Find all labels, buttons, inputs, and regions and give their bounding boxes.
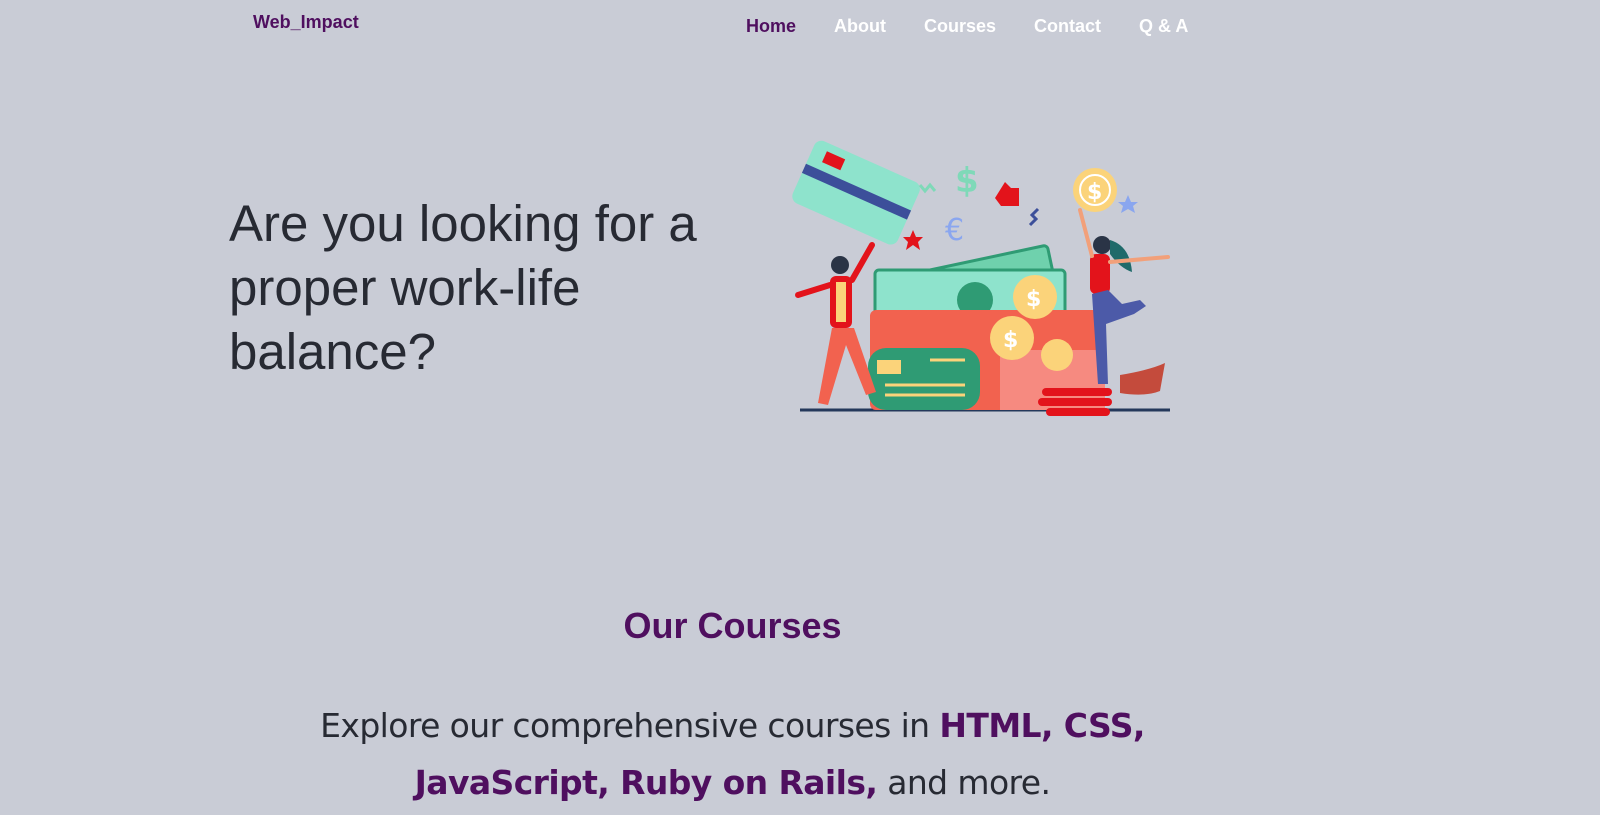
svg-text:$: $ [955, 161, 979, 201]
main-nav: Home About Courses Contact Q & A [746, 15, 1226, 37]
nav-item-about[interactable]: About [834, 15, 886, 37]
brand-logo[interactable]: Web_Impact [253, 12, 359, 33]
courses-desc-suffix: and more. [877, 763, 1051, 802]
svg-text:$: $ [1003, 328, 1018, 353]
hero-illustration: $ € $ $ $ [792, 140, 1170, 416]
nav-item-qa[interactable]: Q & A [1139, 15, 1188, 37]
nav-item-contact[interactable]: Contact [1034, 15, 1101, 37]
courses-desc-prefix: Explore our comprehensive courses in [320, 706, 940, 745]
courses-section-description: Explore our comprehensive courses in HTM… [290, 697, 1175, 811]
svg-text:$: $ [1087, 180, 1102, 205]
courses-section-title: Our Courses [623, 605, 842, 646]
nav-item-home[interactable]: Home [746, 15, 796, 37]
nav-item-courses[interactable]: Courses [924, 15, 996, 37]
svg-text:€: € [945, 213, 964, 248]
svg-text:$: $ [1026, 287, 1041, 312]
hero-title: Are you looking for a proper work-life b… [229, 195, 697, 380]
